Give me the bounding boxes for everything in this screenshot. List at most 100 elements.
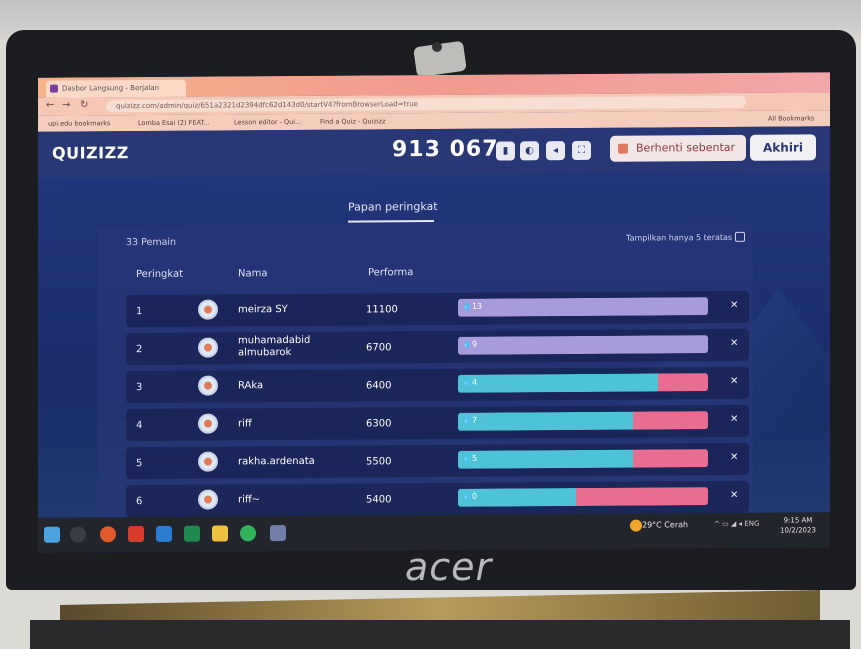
column-performance: Performa (368, 267, 414, 279)
photo-scene: Dasbor Langsung - Berjalan ← → ↻ quizizz… (0, 0, 861, 649)
clock[interactable]: 9:15 AM 10/2/2023 (780, 515, 816, 535)
file-explorer-icon[interactable] (212, 525, 228, 542)
top5-checkbox[interactable] (735, 231, 745, 242)
player-avatar (198, 451, 218, 472)
laptop-brand-logo: acer (405, 545, 493, 589)
browser-tab[interactable]: Dasbor Langsung - Berjalan (46, 79, 186, 98)
quizizz-favicon-icon (50, 84, 58, 93)
top5-toggle-label: Tampilkan hanya 5 teratas (626, 232, 733, 243)
forward-icon[interactable]: → (62, 100, 70, 111)
pause-button[interactable]: Berhenti sebentar (610, 134, 746, 162)
performance-bar (458, 411, 708, 431)
correct-segment (458, 335, 708, 355)
row-rank: 3 (136, 382, 143, 394)
chrome-icon[interactable] (100, 526, 116, 543)
leaderboard-row[interactable]: 1 meirza SY 11100 💧13 ✕ (126, 290, 749, 328)
player-score: 11100 (366, 304, 398, 316)
streak-value: 5 (471, 453, 478, 463)
column-name: Nama (238, 268, 268, 280)
player-avatar (198, 413, 218, 434)
player-name: riff~ (238, 494, 261, 506)
system-tray[interactable]: ^ ▭ ◢ ◂ ENG (714, 520, 759, 528)
streak-count: 💧5 (462, 453, 478, 463)
game-code: 913 067 (392, 136, 499, 163)
player-score: 5400 (366, 494, 392, 506)
weather-text[interactable]: 29°C Cerah (642, 520, 688, 529)
performance-bar (458, 449, 708, 469)
streak-value: 4 (471, 377, 478, 387)
leaderboard-row[interactable]: 3 RAka 6400 💧4 ✕ (126, 366, 749, 404)
leaderboard-row[interactable]: 2 muhamadabid almubarok 6700 💧9 ✕ (126, 328, 749, 366)
streak-count: 💧9 (462, 339, 478, 349)
player-name: RAka (238, 380, 264, 392)
weather-icon (630, 519, 642, 532)
copy-icon[interactable]: ▮ (496, 141, 515, 161)
wrong-segment (633, 449, 708, 468)
streak-count: 💧7 (462, 415, 478, 425)
streak-count: 💧0 (462, 491, 478, 501)
language-indicator: ENG (744, 519, 760, 528)
player-score: 6700 (366, 342, 392, 354)
remove-player-icon[interactable]: ✕ (730, 338, 738, 349)
pause-label: Berhenti sebentar (636, 140, 736, 155)
performance-bar (458, 487, 708, 507)
bookmark-item[interactable]: Lesson editor - Qui... (234, 118, 301, 126)
volume-icon[interactable]: ◂ (546, 141, 565, 161)
streak-value: 13 (471, 301, 483, 311)
player-score: 6300 (366, 418, 392, 430)
remove-player-icon[interactable]: ✕ (730, 490, 738, 501)
bookmark-item[interactable]: Find a Quiz - Quizizz (320, 117, 385, 125)
performance-bar (458, 297, 708, 317)
webcam (432, 42, 442, 52)
player-avatar (198, 375, 218, 396)
remove-player-icon[interactable]: ✕ (730, 300, 738, 311)
app-icon[interactable] (270, 525, 286, 542)
end-button[interactable]: Akhiri (750, 134, 816, 161)
leaderboard-row[interactable]: 4 riff 6300 💧7 ✕ (126, 404, 749, 442)
correct-segment (458, 449, 633, 469)
performance-bar (458, 335, 708, 355)
correct-segment (458, 373, 658, 393)
player-score: 5500 (366, 456, 392, 468)
leaderboard-row[interactable]: 5 rakha.ardenata 5500 💧5 ✕ (126, 442, 749, 480)
row-rank: 4 (136, 420, 143, 432)
column-rank: Peringkat (136, 268, 184, 281)
wrong-segment (575, 487, 708, 507)
back-icon[interactable]: ← (46, 100, 54, 111)
wrong-segment (633, 411, 708, 430)
streak-count: 💧13 (462, 301, 483, 311)
whatsapp-icon[interactable] (240, 525, 256, 542)
row-rank: 5 (136, 458, 143, 470)
word-icon[interactable] (156, 525, 172, 542)
palette-icon[interactable]: ◐ (520, 141, 539, 161)
correct-segment (458, 297, 708, 317)
clock-time: 9:15 AM (783, 516, 813, 525)
pause-icon (618, 143, 628, 154)
quizizz-logo: QUIZIZZ (52, 143, 129, 163)
streak-count: 💧4 (462, 377, 478, 387)
player-score: 6400 (366, 380, 392, 392)
fullscreen-icon[interactable]: ⛶ (572, 140, 591, 161)
player-name: meirza SY (238, 304, 288, 316)
remove-player-icon[interactable]: ✕ (730, 452, 738, 463)
bookmark-item[interactable]: Lomba Esai (2) FEAT... (138, 119, 210, 128)
start-icon[interactable] (44, 526, 60, 543)
streak-value: 9 (471, 339, 478, 349)
player-avatar (198, 337, 218, 358)
search-icon[interactable] (70, 526, 86, 543)
bookmark-item[interactable]: upi.edu bookmarks (48, 119, 110, 127)
player-avatar (198, 489, 218, 510)
pdf-icon[interactable] (128, 526, 144, 543)
bookmark-item[interactable]: All Bookmarks (768, 114, 814, 122)
remove-player-icon[interactable]: ✕ (730, 414, 738, 425)
reload-icon[interactable]: ↻ (80, 99, 88, 110)
row-rank: 2 (136, 344, 143, 356)
excel-icon[interactable] (184, 525, 200, 542)
streak-value: 0 (471, 491, 478, 501)
tab-leaderboard[interactable]: Papan peringkat (348, 200, 438, 214)
tab-title: Dasbor Langsung - Berjalan (62, 83, 160, 93)
leaderboard-row[interactable]: 6 riff~ 5400 💧0 ✕ (126, 480, 749, 518)
remove-player-icon[interactable]: ✕ (730, 376, 738, 387)
player-avatar (198, 299, 218, 320)
laptop-screen: Dasbor Langsung - Berjalan ← → ↻ quizizz… (38, 72, 830, 553)
